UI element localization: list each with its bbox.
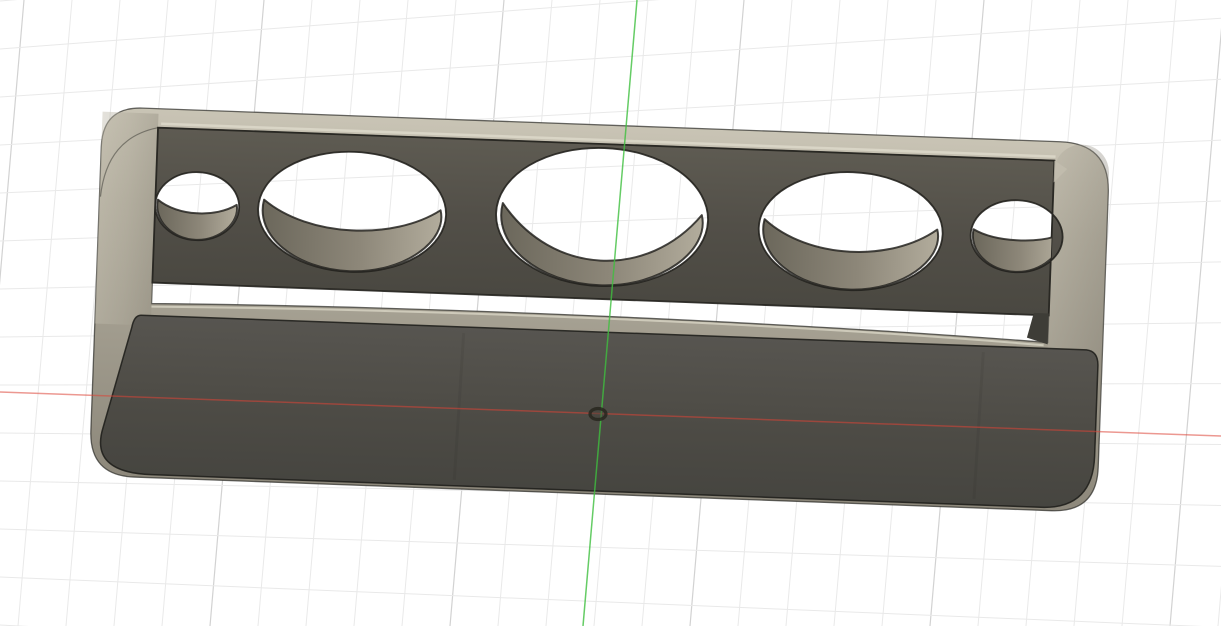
y-axis-line (583, 0, 637, 626)
grid-line-vertical (690, 0, 744, 626)
grid-line-horizontal (0, 0, 1221, 1)
grid-line-vertical (834, 0, 888, 626)
grid-line-vertical (546, 0, 600, 626)
grid-line-vertical (1170, 0, 1221, 626)
grid-line-vertical (882, 0, 936, 626)
grid-line-horizontal (0, 18, 1221, 97)
grid-line-horizontal (0, 0, 1221, 49)
grid-line-vertical (594, 0, 648, 626)
origin-indicator[interactable] (590, 409, 606, 420)
grid-line-horizontal (0, 577, 1221, 626)
grid-line-vertical (786, 0, 840, 626)
slot-end-shadow (1027, 313, 1049, 345)
grid-line-vertical (642, 0, 696, 626)
grid-line-vertical (738, 0, 792, 626)
cad-viewport-canvas[interactable] (0, 0, 1221, 626)
grid-line-vertical (0, 0, 24, 626)
left-wall-shading (95, 112, 159, 326)
grid-line-vertical (1122, 0, 1176, 626)
grid-line-horizontal (0, 529, 1221, 566)
